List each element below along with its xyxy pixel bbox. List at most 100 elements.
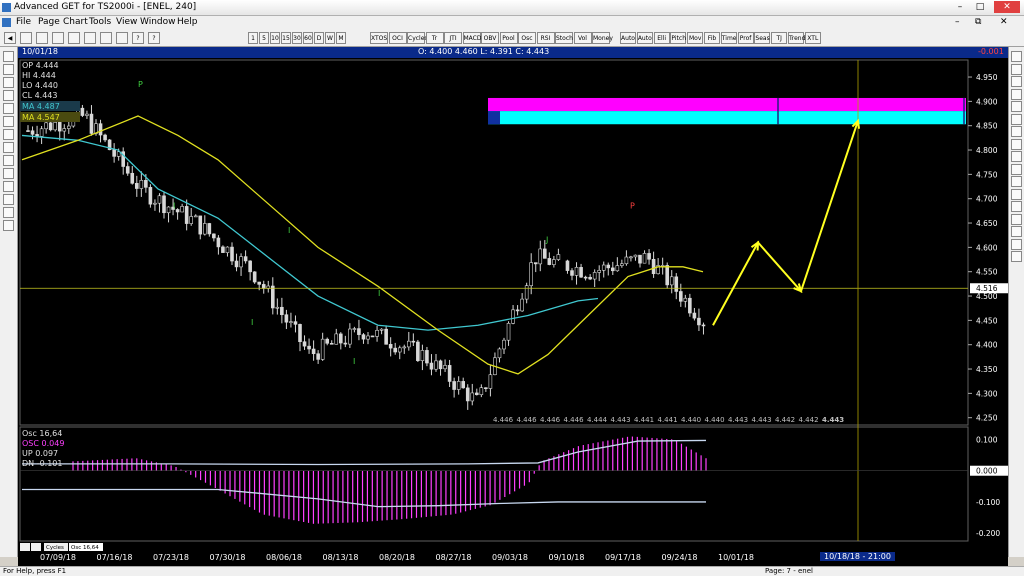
candle-body <box>248 260 252 273</box>
right-tool-icon-10[interactable] <box>1011 176 1022 187</box>
tool-button-8[interactable]: Seas <box>754 32 771 44</box>
minimize-button[interactable]: – <box>952 1 968 13</box>
tab-scroll-left[interactable] <box>20 543 30 551</box>
study-button-3[interactable]: Tr <box>425 32 444 44</box>
tool-button-4[interactable]: Mov <box>687 32 704 44</box>
menu-view[interactable]: View <box>116 17 137 27</box>
study-button-1[interactable]: OCI <box>388 32 407 44</box>
menu-page[interactable]: Page <box>38 17 60 27</box>
right-tool-icon-13[interactable] <box>1011 213 1022 225</box>
tool-button-7[interactable]: Prof <box>737 32 754 44</box>
tool-button-3[interactable]: Pitch <box>670 32 687 44</box>
left-tool-icon-4[interactable] <box>3 103 14 114</box>
candle-body <box>366 335 370 340</box>
right-tool-icon-0[interactable] <box>1011 51 1022 62</box>
tool-button-10[interactable]: Trend <box>788 32 805 44</box>
menu-tools[interactable]: Tools <box>89 17 111 27</box>
tb-help-icon[interactable]: ? <box>132 32 144 44</box>
doc-close-button[interactable]: ✕ <box>1000 17 1008 27</box>
tb-context-help-icon[interactable]: ? <box>148 32 160 44</box>
tool-button-6[interactable]: Time <box>720 32 737 44</box>
study-button-11[interactable]: Vol <box>573 32 592 44</box>
left-tool-icon-9[interactable] <box>3 168 14 179</box>
period-button-6[interactable]: D <box>314 32 324 44</box>
tb-open-icon[interactable] <box>36 32 48 44</box>
close-button[interactable]: ✕ <box>994 1 1020 13</box>
study-button-12[interactable]: Money <box>592 32 613 44</box>
left-tool-icon-3[interactable] <box>3 90 14 101</box>
study-button-2[interactable]: Cycles <box>407 32 428 44</box>
right-tool-icon-14[interactable] <box>1011 226 1022 237</box>
right-tool-icon-11[interactable] <box>1011 188 1022 200</box>
doc-restore-button[interactable]: ⧉ <box>975 17 981 27</box>
tool-button-9[interactable]: TJ <box>771 32 788 44</box>
period-button-4[interactable]: 30 <box>292 32 302 44</box>
tb-cut-icon[interactable] <box>68 32 80 44</box>
tb-paste-icon[interactable] <box>100 32 112 44</box>
period-button-7[interactable]: W <box>325 32 335 44</box>
right-tool-icon-8[interactable] <box>1011 151 1022 162</box>
doc-minimize-button[interactable]: – <box>955 17 960 27</box>
right-tool-icon-15[interactable] <box>1011 238 1022 250</box>
tab-scroll-right[interactable] <box>31 543 41 551</box>
study-button-4[interactable]: JTI <box>444 32 462 44</box>
price-chart[interactable]: P P J I I I I I OP 4.444HI 4.444LO 4.440CL 4.44… <box>18 58 1008 551</box>
right-tool-icon-4[interactable] <box>1011 101 1022 112</box>
right-tool-icon-16[interactable] <box>1011 251 1022 262</box>
period-button-0[interactable]: 1 <box>248 32 258 44</box>
study-button-10[interactable]: Stoch <box>555 32 573 44</box>
tool-button-11[interactable]: XTL <box>804 32 821 44</box>
candle-body <box>293 321 298 325</box>
study-button-8[interactable]: Osc <box>518 32 536 44</box>
price-axis-label: 4.350 <box>976 365 998 374</box>
right-tool-icon-6[interactable] <box>1011 126 1022 137</box>
study-button-0[interactable]: XTOS <box>370 32 388 44</box>
right-tool-icon-7[interactable] <box>1011 138 1022 150</box>
left-tool-icon-2[interactable] <box>3 77 14 88</box>
chart-area[interactable]: P P J I I I I I OP 4.444 HI 4.444 LO 4.440 CL 4.44… <box>18 58 1008 551</box>
tb-save-icon[interactable] <box>52 32 64 44</box>
left-tool-icon-8[interactable] <box>3 155 14 166</box>
study-button-7[interactable]: Pool <box>499 32 518 44</box>
menu-chart[interactable]: Chart <box>63 17 88 27</box>
tb-left-icon[interactable]: ◀ <box>4 32 16 44</box>
left-tool-icon-12[interactable] <box>3 207 14 218</box>
study-button-6[interactable]: OBV <box>481 32 499 44</box>
price-axis-label: 4.750 <box>976 170 998 179</box>
period-button-5[interactable]: 60 <box>303 32 313 44</box>
tb-new-icon[interactable] <box>20 32 32 44</box>
left-tool-icon-6[interactable] <box>3 129 14 140</box>
left-tool-icon-1[interactable] <box>3 64 14 75</box>
period-button-1[interactable]: 5 <box>259 32 269 44</box>
tool-button-1[interactable]: Auto <box>636 32 653 44</box>
study-button-9[interactable]: RSI <box>536 32 555 44</box>
period-button-8[interactable]: M <box>336 32 346 44</box>
left-tool-icon-13[interactable] <box>3 220 14 231</box>
tb-print-icon[interactable] <box>116 32 128 44</box>
tool-button-5[interactable]: Fib <box>704 32 720 44</box>
tb-copy-icon[interactable] <box>84 32 96 44</box>
period-button-3[interactable]: 15 <box>281 32 291 44</box>
tool-button-0[interactable]: Auto <box>620 32 636 44</box>
tool-button-2[interactable]: Elli <box>653 32 670 44</box>
right-tool-icon-2[interactable] <box>1011 76 1022 87</box>
menu-file[interactable]: File <box>16 17 31 27</box>
candle-body <box>452 381 456 390</box>
right-tool-icon-1[interactable] <box>1011 63 1022 75</box>
right-tool-icon-3[interactable] <box>1011 88 1022 100</box>
menu-window[interactable]: Window <box>140 17 176 27</box>
right-tool-icon-5[interactable] <box>1011 113 1022 125</box>
menu-help[interactable]: Help <box>177 17 198 27</box>
left-tool-icon-11[interactable] <box>3 194 14 205</box>
left-tool-icon-10[interactable] <box>3 181 14 192</box>
candle-body <box>289 321 293 323</box>
right-tool-icon-12[interactable] <box>1011 201 1022 212</box>
candle-body <box>443 365 447 370</box>
study-button-5[interactable]: MACD <box>462 32 482 44</box>
left-tool-icon-5[interactable] <box>3 116 14 127</box>
right-tool-icon-9[interactable] <box>1011 163 1022 175</box>
left-tool-icon-0[interactable] <box>3 51 14 62</box>
period-button-2[interactable]: 10 <box>270 32 280 44</box>
left-tool-icon-7[interactable] <box>3 142 14 153</box>
maximize-button[interactable]: □ <box>972 1 988 13</box>
